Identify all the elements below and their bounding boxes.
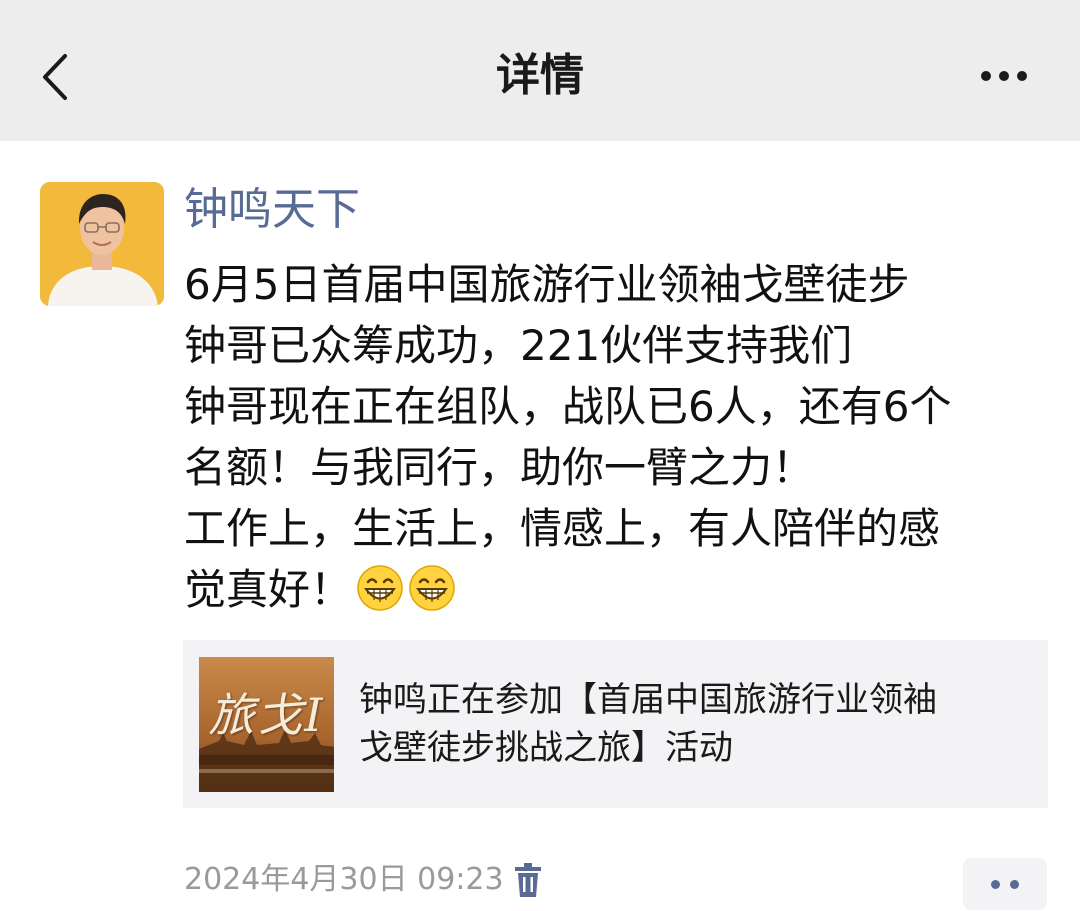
grin-emoji	[409, 565, 455, 611]
chevron-left-icon	[43, 54, 67, 100]
trash-icon	[515, 863, 541, 897]
link-card-line: 戈壁徒步挑战之旅】活动	[359, 728, 733, 768]
comment-like-button[interactable]	[963, 858, 1047, 910]
post-line: 工作上，生活上，情感上，有人陪伴的感	[184, 504, 941, 553]
post-line: 名额！与我同行，助你一臂之力！	[184, 443, 815, 492]
page-title: 详情	[496, 49, 584, 101]
grin-emoji	[357, 565, 403, 611]
post-timestamp: 2024年4月30日 09:23	[184, 862, 504, 897]
person-photo	[40, 182, 164, 306]
author-name[interactable]: 钟鸣天下	[184, 180, 360, 240]
post-line: 钟哥现在正在组队，战队已6人，还有6个	[184, 382, 952, 431]
avatar[interactable]	[40, 182, 164, 306]
post-content: 6月5日首届中国旅游行业领袖戈壁徒步 钟哥已众筹成功，221伙伴支持我们 钟哥现…	[184, 254, 1044, 620]
more-horizontal-icon	[981, 71, 991, 81]
post-last-line-wrap: 觉真好！	[184, 559, 1044, 620]
thumbnail-title: 旅戈I	[208, 688, 325, 742]
link-thumbnail: 旅戈I	[199, 657, 334, 792]
post-line: 觉真好！	[184, 565, 353, 614]
comment-more-icon	[991, 879, 1000, 889]
link-card-line: 钟鸣正在参加【首届中国旅游行业领袖	[359, 680, 937, 720]
delete-button[interactable]	[510, 858, 546, 902]
back-button[interactable]	[30, 42, 80, 112]
shared-link-card[interactable]: 旅戈I 钟鸣正在参加【首届中国旅游行业领袖 戈壁徒步挑战之旅】活动	[183, 640, 1048, 808]
post-line: 6月5日首届中国旅游行业领袖戈壁徒步	[184, 260, 910, 309]
more-button[interactable]	[968, 50, 1040, 102]
post-line: 钟哥已众筹成功，221伙伴支持我们	[184, 321, 853, 370]
link-card-title: 钟鸣正在参加【首届中国旅游行业领袖 戈壁徒步挑战之旅】活动	[359, 676, 1019, 772]
top-bar: 详情	[0, 0, 1080, 141]
